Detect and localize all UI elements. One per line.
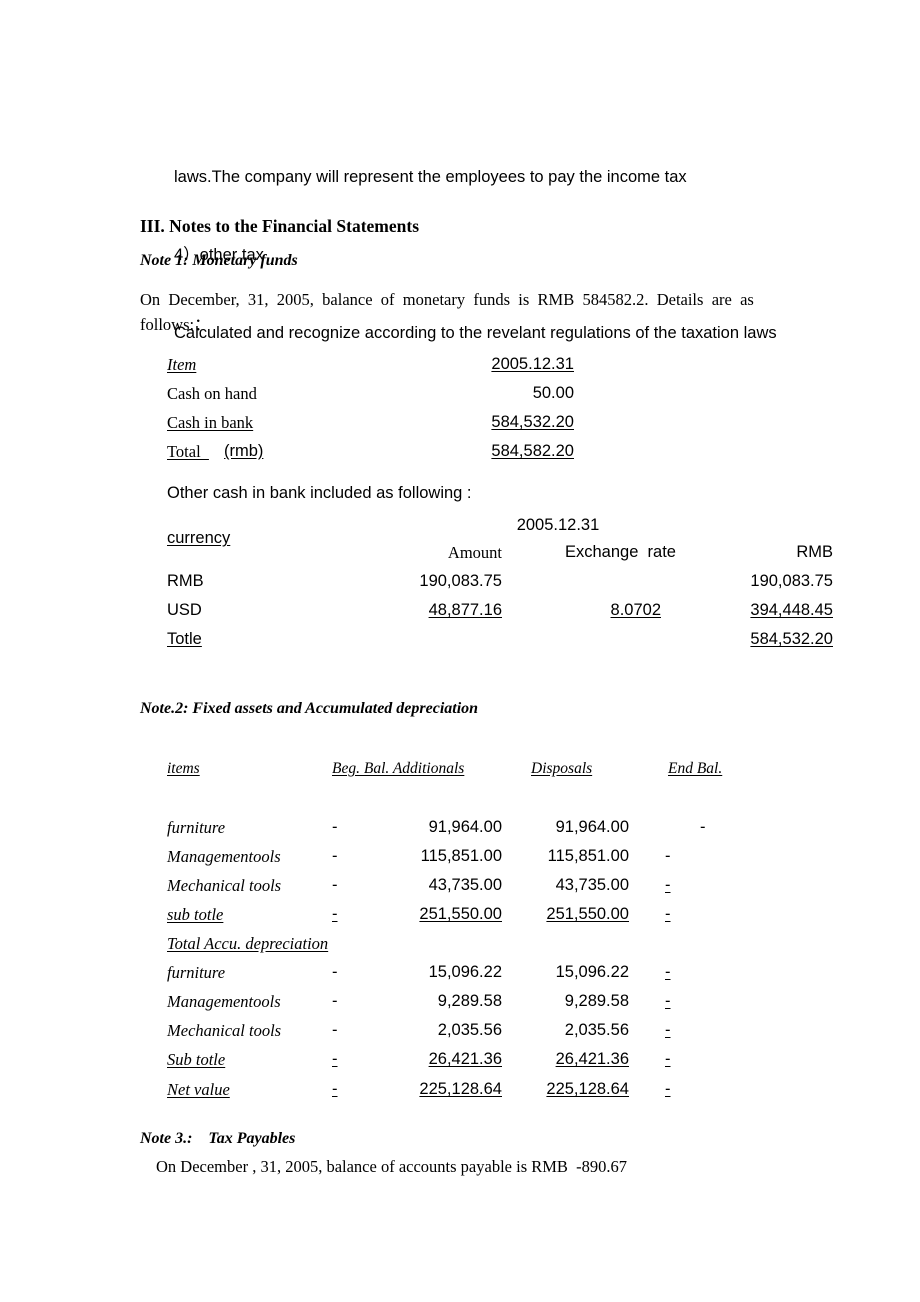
depreciation-row-beg: - <box>332 963 338 981</box>
depreciation-row-end: - <box>665 1021 671 1039</box>
fixed-assets-row-additionals: 91,964.00 <box>428 818 502 836</box>
note2-heading: Note.2: Fixed assets and Accumulated dep… <box>140 700 479 717</box>
fixed-assets-row-end: - <box>665 847 671 865</box>
fx-table-header-amount: Amount <box>447 543 502 562</box>
net-value-disposals: 225,128.64 <box>546 1080 629 1098</box>
net-value-beg: - <box>332 1080 338 1098</box>
fx-total-rmb: 584,532.20 <box>750 630 833 648</box>
depreciation-row-label: Managementools <box>167 992 281 1011</box>
accumulated-depreciation-heading: Total Accu. depreciation <box>167 934 329 953</box>
fx-table-header-rate: Exchange rate <box>565 543 676 561</box>
depreciation-row-disposals: 9,289.58 <box>564 992 629 1010</box>
fixed-assets-row-end: - <box>665 876 671 894</box>
depreciation-row-label: Mechanical tools <box>167 1021 282 1040</box>
depreciation-row-disposals: 2,035.56 <box>564 1021 629 1039</box>
top-paragraph-line-1: laws.The company will represent the empl… <box>174 168 687 186</box>
note1-intro-line-2: follows:： <box>140 315 211 334</box>
monetary-row-label: Cash on hand <box>167 384 257 403</box>
fixed-assets-header-beg-bal-additionals: Beg. Bal. Additionals <box>332 760 465 777</box>
fixed-assets-row-label: Mechanical tools <box>167 876 282 895</box>
depreciation-row-additionals: 15,096.22 <box>428 963 502 981</box>
fixed-assets-row-additionals: 115,851.00 <box>420 847 502 865</box>
monetary-table-header-date: 2005.12.31 <box>491 355 574 373</box>
fixed-assets-header-items: items <box>167 760 200 777</box>
fixed-assets-row-beg: - <box>332 876 338 894</box>
monetary-total-label-suffix: (rmb) <box>224 442 264 460</box>
fixed-assets-row-end: - <box>700 818 706 836</box>
fixed-assets-row-label: furniture <box>167 818 226 837</box>
monetary-total-value: 584,582.20 <box>491 442 574 460</box>
fx-row-currency: RMB <box>167 572 204 590</box>
net-value-additionals: 225,128.64 <box>419 1080 502 1098</box>
depreciation-row-additionals: 2,035.56 <box>437 1021 502 1039</box>
fx-total-currency: Totle <box>167 630 202 648</box>
fx-row-currency: USD <box>167 601 202 619</box>
depreciation-subtotal-beg: - <box>332 1050 338 1068</box>
fixed-assets-row-label: Managementools <box>167 847 281 866</box>
depreciation-row-additionals: 9,289.58 <box>437 992 502 1010</box>
fixed-assets-subtotal-additionals: 251,550.00 <box>419 905 502 923</box>
fixed-assets-row-beg: - <box>332 818 338 836</box>
net-value-end: - <box>665 1080 671 1098</box>
depreciation-row-end: - <box>665 963 671 981</box>
fixed-assets-row-beg: - <box>332 847 338 865</box>
fixed-assets-subtotal-end: - <box>665 905 671 923</box>
section-heading: III. Notes to the Financial Statements <box>140 216 420 236</box>
depreciation-row-disposals: 15,096.22 <box>555 963 629 981</box>
fx-table-date: 2005.12.31 <box>516 516 600 534</box>
depreciation-row-end: - <box>665 992 671 1010</box>
note3-body: On December , 31, 2005, balance of accou… <box>156 1157 628 1176</box>
note1-intro-line-1: On December, 31, 2005, balance of moneta… <box>140 290 754 309</box>
note1-sub-intro: Other cash in bank included as following… <box>167 484 472 502</box>
fx-table-header-currency: currency <box>167 529 231 547</box>
fx-row-rmb: 394,448.45 <box>750 601 833 619</box>
fixed-assets-subtotal-beg: - <box>332 905 338 923</box>
depreciation-row-beg: - <box>332 992 338 1010</box>
depreciation-subtotal-end: - <box>665 1050 671 1068</box>
depreciation-row-beg: - <box>332 1021 338 1039</box>
fx-row-rmb: 190,083.75 <box>750 572 833 590</box>
note1-heading: Note 1: Monetary funds <box>140 252 298 269</box>
fixed-assets-header-end-bal: End Bal. <box>668 760 723 777</box>
fixed-assets-row-disposals: 115,851.00 <box>547 847 629 865</box>
depreciation-subtotal-additionals: 26,421.36 <box>428 1050 502 1068</box>
fixed-assets-row-additionals: 43,735.00 <box>428 876 502 894</box>
depreciation-subtotal-label: Sub totle <box>167 1050 226 1069</box>
net-value-label: Net value <box>167 1080 230 1099</box>
monetary-total-label: Total <box>167 442 209 461</box>
fixed-assets-row-disposals: 91,964.00 <box>555 818 629 836</box>
fx-row-amount: 48,877.16 <box>428 601 502 619</box>
fx-row-rate: 8.0702 <box>610 601 661 619</box>
depreciation-row-label: furniture <box>167 963 226 982</box>
document-page: laws.The company will represent the empl… <box>0 0 920 1302</box>
fixed-assets-row-disposals: 43,735.00 <box>555 876 629 894</box>
monetary-row-value: 50.00 <box>532 384 574 402</box>
monetary-row-value: 584,532.20 <box>491 413 574 431</box>
depreciation-subtotal-disposals: 26,421.36 <box>555 1050 629 1068</box>
note3-heading: Note 3.: Tax Payables <box>140 1130 296 1147</box>
fx-table-header-rmb: RMB <box>796 543 833 561</box>
fixed-assets-header-disposals: Disposals <box>531 760 593 777</box>
monetary-row-label: Cash in bank <box>167 413 254 432</box>
note1-intro: On December, 31, 2005, balance of moneta… <box>140 287 833 337</box>
fixed-assets-subtotal-label: sub totle <box>167 905 224 924</box>
fixed-assets-subtotal-disposals: 251,550.00 <box>546 905 629 923</box>
monetary-table-header-item: Item <box>167 355 197 374</box>
fx-row-amount: 190,083.75 <box>419 572 502 590</box>
